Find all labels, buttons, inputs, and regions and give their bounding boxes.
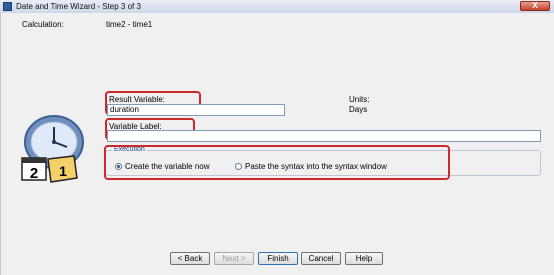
calendar-left: 2 (21, 157, 47, 182)
create-now-label[interactable]: Create the variable now (125, 162, 210, 171)
calendar-left-number: 2 (30, 165, 38, 182)
calendar-right-number: 1 (59, 163, 67, 179)
app-icon (3, 2, 12, 11)
paste-syntax-radio[interactable] (235, 163, 242, 170)
next-button[interactable]: Next > (214, 252, 254, 265)
variable-label-input[interactable] (107, 130, 541, 142)
paste-syntax-label[interactable]: Paste the syntax into the syntax window (245, 162, 387, 171)
calculation-label: Calculation: (22, 20, 64, 29)
result-variable-label: Result Variable: (109, 95, 165, 104)
cancel-button[interactable]: Cancel (301, 252, 341, 265)
title-bar: Date and Time Wizard - Step 3 of 3 X (0, 0, 554, 14)
units-value: Days (349, 105, 368, 114)
units-label: Units: (349, 95, 370, 104)
help-button[interactable]: Help (345, 252, 383, 265)
finish-button[interactable]: Finish (258, 252, 298, 265)
calendar-right: 1 (47, 155, 78, 183)
window-title: Date and Time Wizard - Step 3 of 3 (16, 2, 141, 11)
back-button[interactable]: < Back (170, 252, 210, 265)
create-now-radio[interactable] (115, 163, 122, 170)
clock-calendar-icon: 2 1 (21, 115, 84, 183)
result-variable-input[interactable]: duration (107, 104, 285, 116)
calculation-expression: time2 - time1 (106, 20, 153, 29)
close-button[interactable]: X (520, 1, 550, 11)
